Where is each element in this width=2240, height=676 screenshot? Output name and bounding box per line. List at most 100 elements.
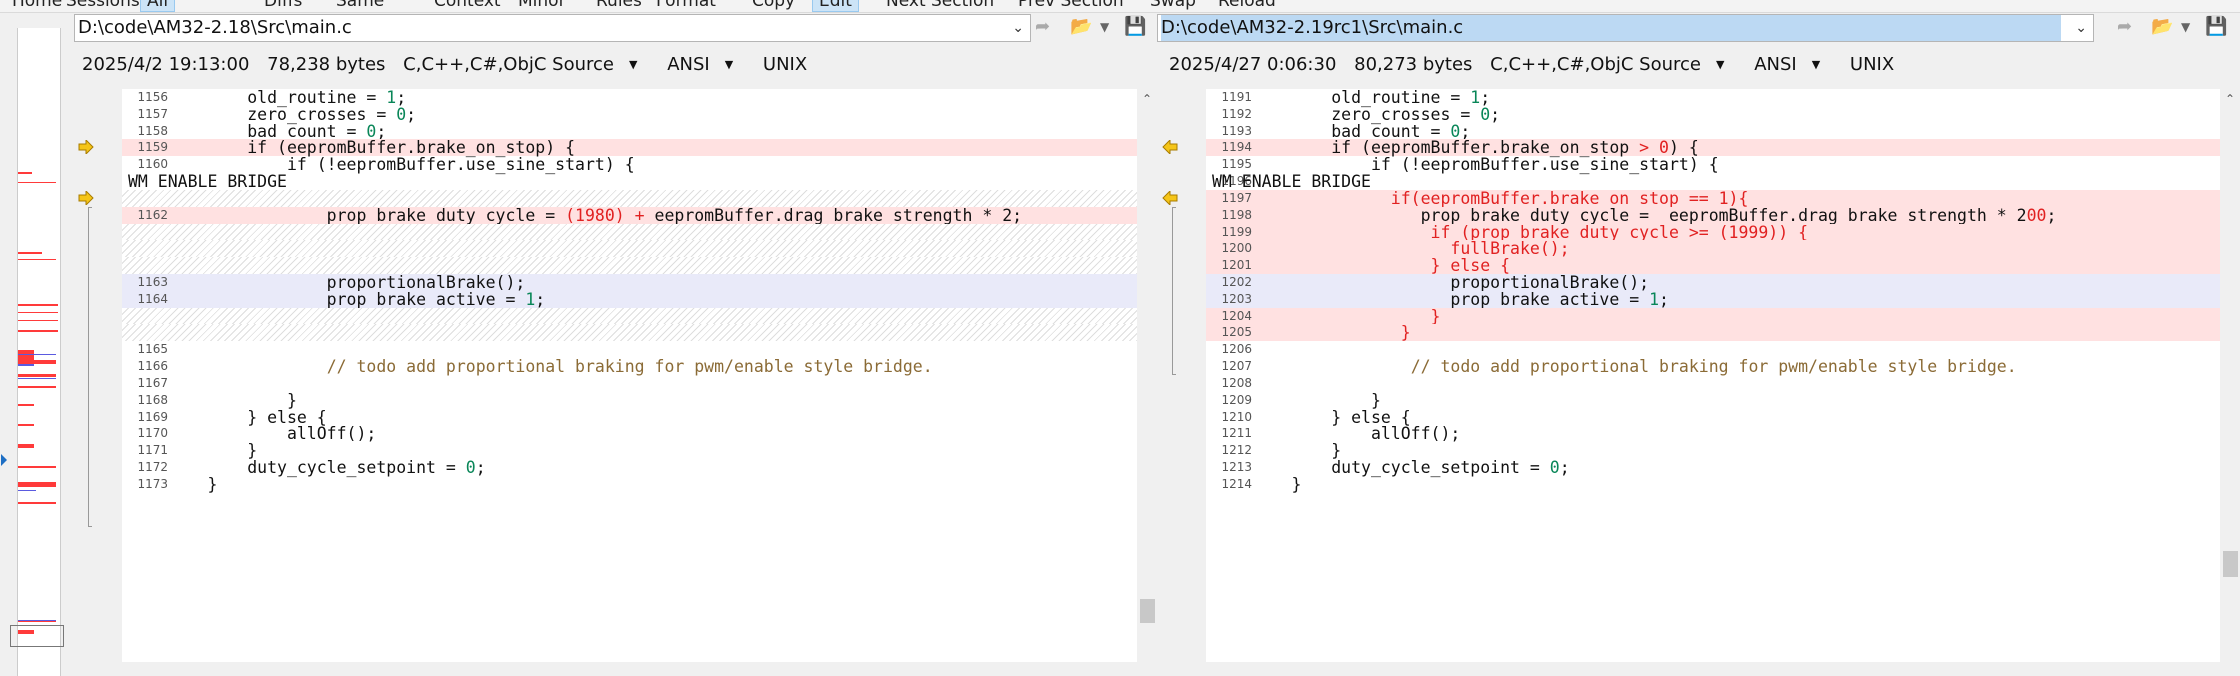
code-line[interactable]: 1157 zero_crosses = 0; [122,106,1137,123]
code-line[interactable]: 1207 // todo add proportional braking fo… [1206,358,2220,375]
left-scroll-thumb[interactable] [1140,599,1155,623]
code-line[interactable]: 1197 if(eepromBuffer.brake_on_stop == 1)… [1162,189,2220,207]
save-icon[interactable]: 💾 [2205,16,2227,38]
code-line[interactable]: 1200 fullBrake(); [1206,240,2220,258]
code-line[interactable]: 1170 allOff(); [122,425,1137,442]
scroll-up-icon[interactable]: ⌃ [1137,89,1157,109]
menu-item-copy[interactable]: Copy [746,0,801,11]
menu-item-next-section[interactable]: Next Section [880,0,1000,11]
code-line[interactable]: 1203 prop_brake_active = 1; [1206,290,2220,308]
menu-item-all[interactable]: All [140,0,176,12]
open-folder-icon[interactable]: 📂 [1070,16,1092,38]
right-scroll-thumb[interactable] [2223,551,2238,577]
code-line[interactable]: 1201 } else { [1206,257,2220,275]
code-line[interactable]: 1194 if (eepromBuffer.brake_on_stop > 0)… [1162,139,2220,157]
left-file-info: 2025/4/2 19:13:00 78,238 bytes C,C++,C#,… [82,52,819,78]
code-line[interactable]: 1195 if (!eepromBuffer.use_sine_start) { [1206,156,2220,173]
dropdown-icon[interactable]: ▼ [2181,16,2190,38]
code-line[interactable]: 1191 old_routine = 1; [1206,89,2220,106]
code-line[interactable] [78,189,1137,207]
code-line[interactable]: 1162 prop_brake_duty_cycle = (1980) + ee… [122,206,1137,224]
code-line[interactable]: 1168 } [122,392,1137,409]
code-line[interactable]: 1199 if (prop_brake_duty_cycle >= (1999)… [1206,223,2220,241]
diff-marker-arrow-icon[interactable] [78,190,94,205]
diff-marker-arrow-icon[interactable] [1162,140,1178,155]
code-line[interactable]: 1204 } [1206,307,2220,325]
code-line[interactable]: 1160 if (!eepromBuffer.use_sine_start) { [122,156,1137,173]
menu-item-minor[interactable]: Minor [512,0,572,11]
right-path-field[interactable]: D:\code\AM32-2.19rc1\Src\main.c ⌄ [1157,14,2094,42]
left-format[interactable]: C,C++,C#,ObjC Source ▼ [403,52,649,78]
code-line[interactable]: 1198 prop_brake_duty_cycle = eepromBuffe… [1206,206,2220,224]
right-encoding[interactable]: ANSI ▼ [1754,52,1832,78]
left-encoding[interactable]: ANSI ▼ [667,52,745,78]
code-line[interactable]: 1158 bad_count = 0; [122,123,1137,140]
code-line[interactable]: 1193 bad_count = 0; [1206,123,2220,140]
scroll-up-icon[interactable]: ⌃ [2220,89,2240,109]
menu-item-swap[interactable]: Swap [1144,0,1202,11]
open-folder-icon[interactable]: 📂 [2151,16,2173,38]
code-line[interactable]: 1211 allOff(); [1206,425,2220,442]
menu-item-format[interactable]: Format [650,0,722,11]
code-line[interactable]: 1166 // todo add proportional braking fo… [122,358,1137,375]
menu-item-sessions[interactable]: Sessions [60,0,146,11]
code-line[interactable]: WM_ENABLE_BRIDGE [122,173,1137,190]
right-code-view[interactable]: ⌃ 1191 old_routine = 1; 1192 zero_crosses… [1158,89,2240,662]
code-line[interactable] [122,257,1137,275]
code-text: if (eepromBuffer.brake_on_stop) { [128,138,576,158]
next-diff-icon[interactable]: ➦ [1035,16,1050,38]
right-vertical-scrollbar[interactable]: ⌃ [2220,89,2240,662]
overview-diff-mark [18,350,34,360]
chevron-down-icon[interactable]: ⌄ [1012,15,1024,41]
code-text: if (!eepromBuffer.use_sine_start) { [128,155,635,175]
code-line[interactable]: 1156 old_routine = 1; [122,89,1137,106]
menu-item-rules[interactable]: Rules [590,0,648,11]
code-line[interactable]: 1208 [1206,375,2220,392]
code-line[interactable]: 1202 proportionalBrake(); [1206,274,2220,292]
code-line[interactable]: 1192 zero_crosses = 0; [1206,106,2220,123]
code-line[interactable]: 1163 proportionalBrake(); [122,274,1137,292]
diff-marker-arrow-icon[interactable] [1162,190,1178,205]
code-line[interactable]: 1206 [1206,341,2220,358]
code-line[interactable]: 1209 } [1206,392,2220,409]
menu-item-home[interactable]: Home [6,0,68,11]
code-line[interactable] [122,307,1137,325]
code-line[interactable]: 1165 [122,341,1137,358]
code-line[interactable]: 1205 } [1206,324,2220,342]
code-line[interactable]: 1164 prop_brake_active = 1; [122,290,1137,308]
code-line[interactable]: 1159 if (eepromBuffer.brake_on_stop) { [78,138,1137,158]
left-code-view[interactable]: ⌃ 1156 old_routine = 1; 1157 zero_crosses… [74,89,1157,662]
menu-item-diffs[interactable]: Diffs [258,0,308,11]
diff-marker-arrow-icon[interactable] [78,140,94,155]
save-icon[interactable]: 💾 [1124,16,1146,38]
code-line[interactable]: 1167 [122,375,1137,392]
code-line[interactable]: 1214 } [1206,476,2220,493]
left-vertical-scrollbar[interactable]: ⌃ [1137,89,1157,662]
code-line[interactable]: 1169 } else { [122,409,1137,426]
menu-item-reload[interactable]: Reload [1212,0,1282,11]
diff-overview-map[interactable] [0,14,74,676]
menu-item-prev-section[interactable]: Prev Section [1012,0,1130,11]
code-line[interactable]: 1172 duty_cycle_setpoint = 0; [122,459,1137,476]
code-line[interactable]: 1196 WM_ENABLE_BRIDGE [1206,173,2220,190]
menu-item-same[interactable]: Same [330,0,390,11]
left-path-field[interactable]: D:\code\AM32-2.18\Src\main.c ⌄ [74,14,1031,42]
dropdown-icon[interactable]: ▼ [1100,16,1109,38]
menu-item-context[interactable]: Context [428,0,507,11]
menu-item-edit[interactable]: Edit [812,0,859,12]
code-line[interactable]: 1210 } else { [1206,409,2220,426]
right-format[interactable]: C,C++,C#,ObjC Source ▼ [1490,52,1736,78]
overview-viewport[interactable] [10,625,64,647]
code-line[interactable]: 1212 } [1206,442,2220,459]
code-line[interactable]: 1171 } [122,442,1137,459]
code-line[interactable]: 1213 duty_cycle_setpoint = 0; [1206,459,2220,476]
code-line[interactable] [122,223,1137,241]
code-line[interactable] [122,324,1137,342]
overview-diff-mark [18,490,36,491]
chevron-down-icon[interactable]: ⌄ [2075,15,2087,41]
code-line[interactable] [122,240,1137,258]
right-file-info: 2025/4/27 0:06:30 80,273 bytes C,C++,C#,… [1169,52,1906,78]
next-diff-icon[interactable]: ➦ [2117,16,2132,38]
code-line[interactable]: 1173 } [122,476,1137,493]
overview-track[interactable] [17,28,61,676]
